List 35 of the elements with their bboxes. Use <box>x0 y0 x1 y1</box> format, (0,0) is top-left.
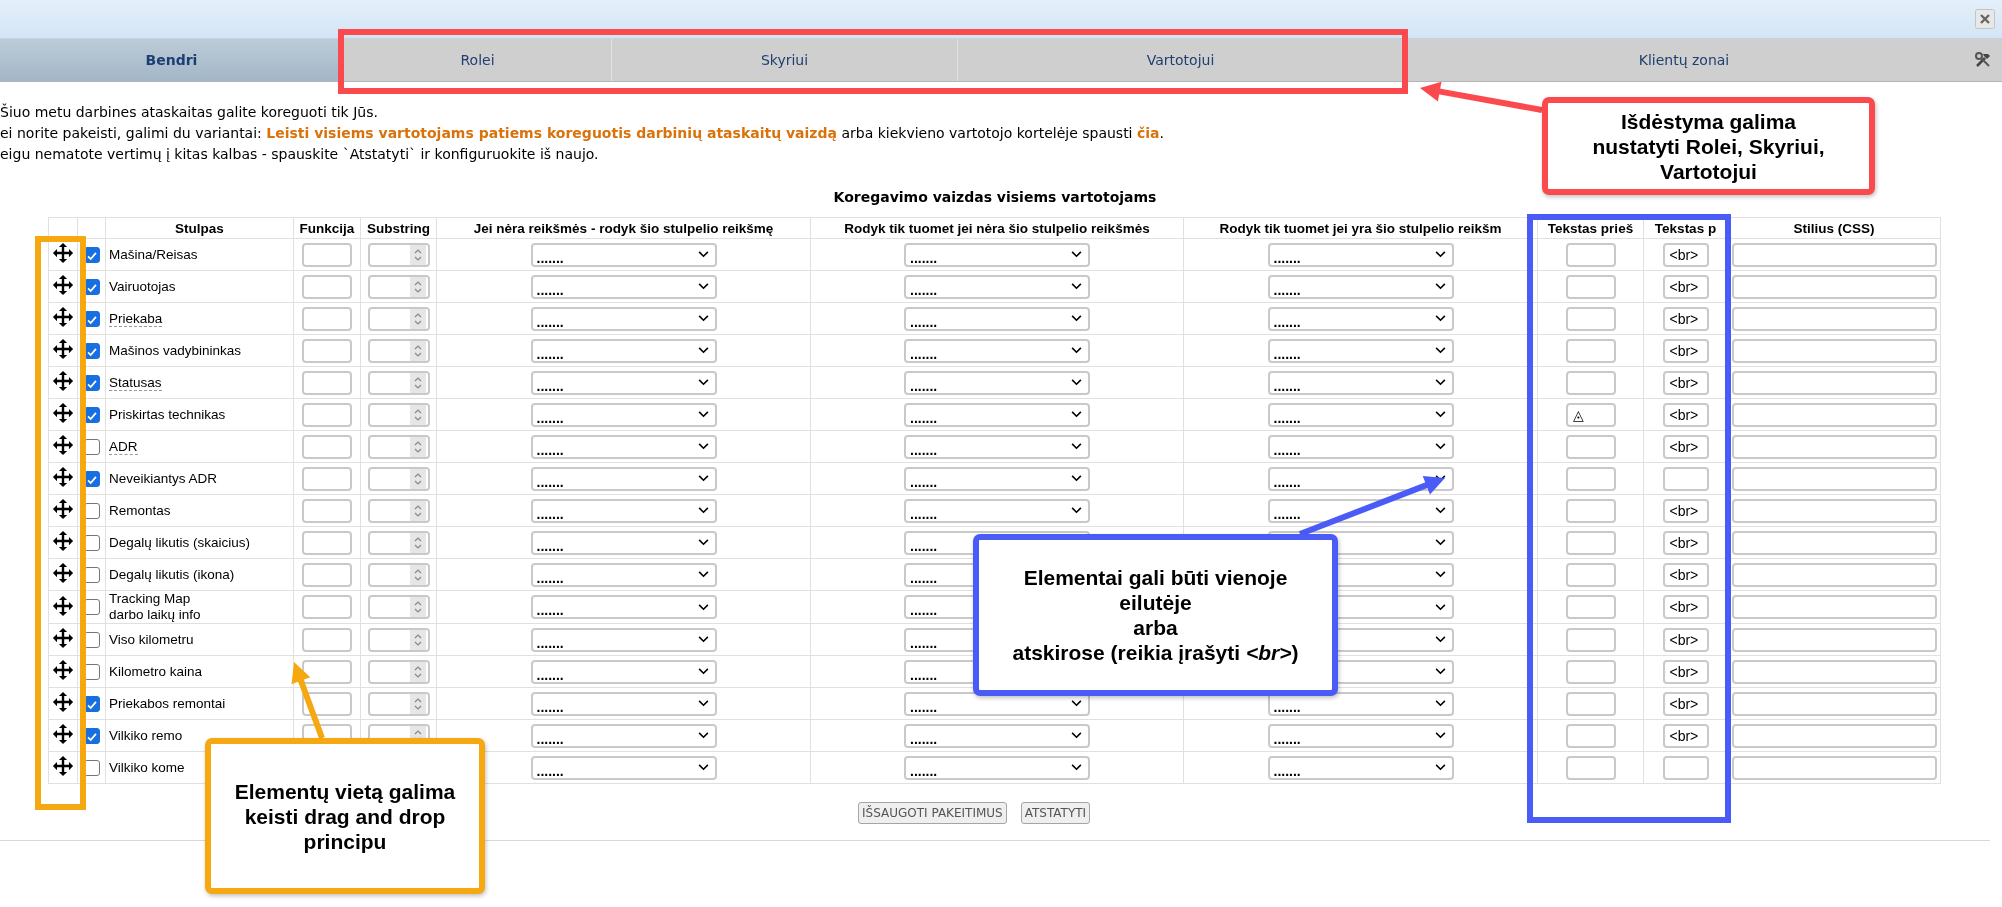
table-title: Koregavimo vaizdas visiems vartotojams <box>832 189 1158 205</box>
column-name: Statusas <box>109 374 162 391</box>
column-header: Tekstas p <box>1654 220 1717 236</box>
notice-text: arba kiekvieno vartotojo kortelėje spausti <box>840 125 1134 141</box>
column-name: Viso kilometru <box>109 631 194 648</box>
callout-text: Išdėstyma galima nustatyti Rolei, Skyriui, Vartotojui <box>1592 108 1825 184</box>
column-name: Vilkiko remo <box>109 727 183 744</box>
column-name: Neveikiantys ADR <box>109 470 218 487</box>
column-name: Tracking Map darbo laikų info <box>109 591 201 623</box>
column-name: Priekaba <box>109 310 163 327</box>
column-name: Degalų likutis (skaicius) <box>109 534 251 551</box>
notice-text: eigu nematote vertimų į kitas kalbas - spauskite `Atstatyti` ir konfiguruokite iš naujo. <box>0 146 599 162</box>
notice-text: ei norite pakeisti, galimi du variantai: <box>0 125 263 141</box>
column-header: Stulpas <box>175 220 224 236</box>
column-name: Mašinos vadybininkas <box>109 342 242 359</box>
column-name: Vilkiko kome <box>109 759 185 776</box>
callout-text: Elementai gali būti vienoje eilutėje arba atskirose (reikia įrašyti <br>) <box>1012 565 1299 665</box>
column-name: Vairuotojas <box>109 278 176 295</box>
callout-text: Elementų vietą galima keisti drag and drop principu <box>234 778 456 854</box>
column-header: Jei nėra reikšmės - rodyk šio stulpelio reikšmę <box>473 220 774 236</box>
column-name: Priskirtas technikas <box>109 406 226 423</box>
column-name: Priekabos remontai <box>109 695 226 712</box>
notice-text: . <box>1159 125 1164 141</box>
column-header: Rodyk tik tuomet jei yra šio stulpelio reikšm <box>1219 220 1502 236</box>
column-name: Mašina/Reisas <box>109 246 198 263</box>
column-name: Kilometro kaina <box>109 663 203 680</box>
column-name: Degalų likutis (ikona) <box>109 566 235 583</box>
column-name: Remontas <box>109 502 171 519</box>
column-header: Stilius (CSS) <box>1793 220 1875 236</box>
column-name: ADR <box>109 438 138 455</box>
column-header: Tekstas prieš <box>1547 220 1634 236</box>
column-header: Rodyk tik tuomet jei nėra šio stulpelio reikšmės <box>844 220 1150 236</box>
notice-text: Šiuo metu darbines ataskaitas galite koreguoti tik Jūs. <box>0 104 378 120</box>
column-header: Funkcija <box>299 220 355 236</box>
column-header: Substring <box>367 220 430 236</box>
